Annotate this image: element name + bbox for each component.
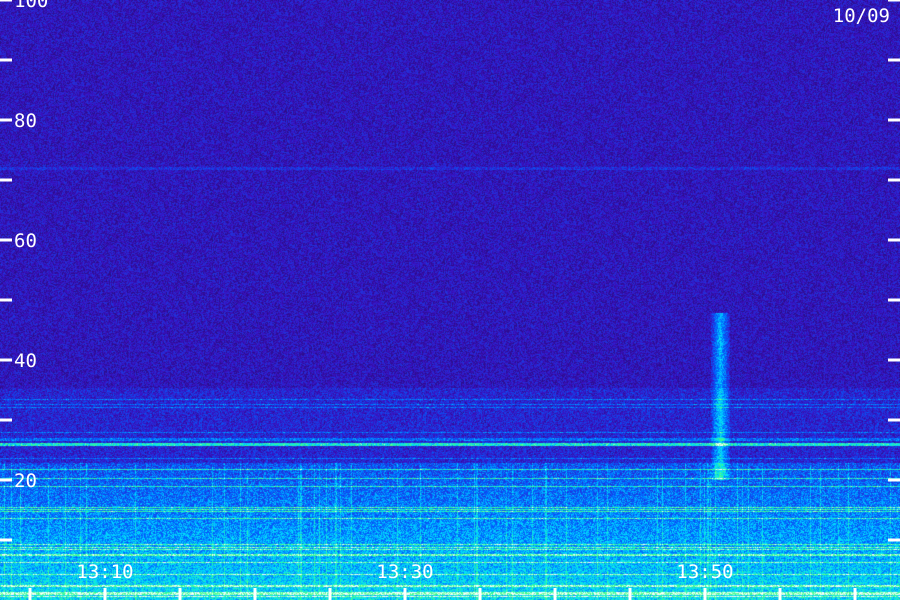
y-tick-label: 40 (14, 350, 37, 372)
date-label: 10/09 (832, 5, 890, 27)
x-tick-label: 13:10 (76, 561, 133, 583)
y-tick-label: 60 (14, 230, 37, 252)
y-tick-label: 100 (14, 0, 48, 12)
y-tick-label: 80 (14, 110, 37, 132)
spectrogram-axes: 20 40 60 80 100 13:10 13:30 13:50 (0, 0, 900, 600)
spectrogram-plot: 20 40 60 80 100 13:10 13:30 13:50 10/09 (0, 0, 900, 600)
x-tick-label: 13:50 (676, 561, 733, 583)
x-tick-label: 13:30 (376, 561, 433, 583)
y-tick-label: 20 (14, 470, 37, 492)
